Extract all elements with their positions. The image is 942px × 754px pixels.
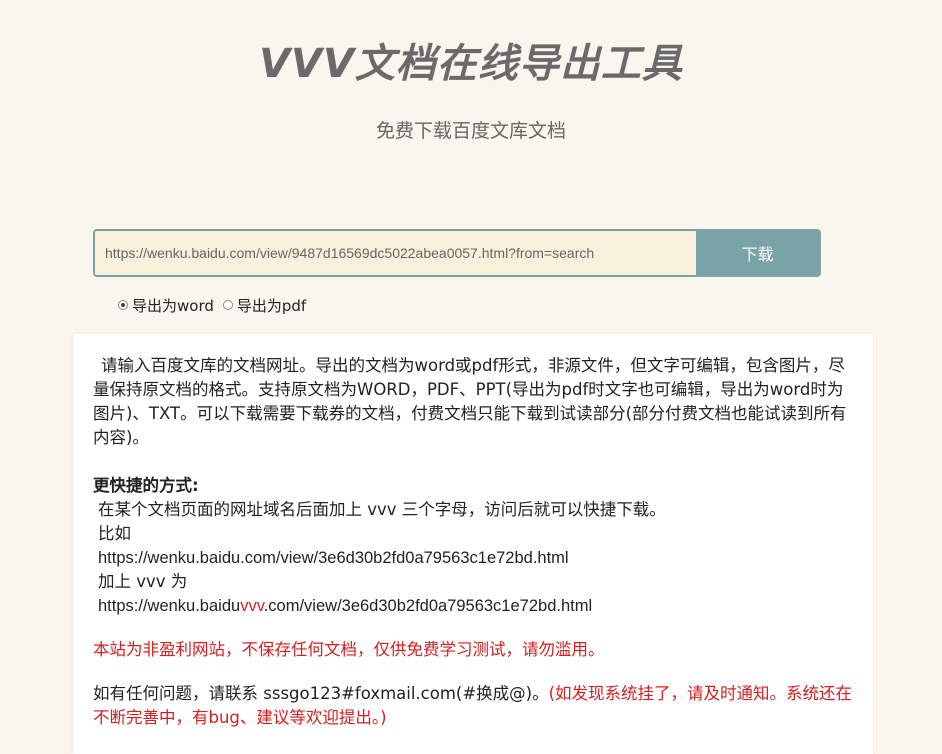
download-button[interactable]: 下载 bbox=[696, 231, 819, 275]
intro-text: 请输入百度文库的文档网址。导出的文档为word或pdf形式，非源文件，但文字可编… bbox=[93, 356, 847, 447]
example-url: https://wenku.baidu.com/view/3e6d30b2fd0… bbox=[98, 549, 569, 567]
format-option-word[interactable]: 导出为word bbox=[118, 295, 214, 316]
result-url-suffix: .com/view/3e6d30b2fd0a79563c1e72bd.html bbox=[263, 597, 593, 615]
add-vvv-label: 加上 vvv 为 bbox=[98, 572, 188, 591]
format-option-pdf[interactable]: 导出为pdf bbox=[222, 295, 307, 316]
page-subtitle: 免费下载百度文库文档 bbox=[375, 120, 566, 142]
format-option-pdf-label: 导出为pdf bbox=[236, 296, 307, 315]
page-title: VVV文档在线导出工具 bbox=[259, 41, 683, 87]
contact-text: 如有任何问题，请联系 sssgo123#foxmail.com(#换成@)。(如… bbox=[93, 682, 853, 730]
search-bar: 下载 bbox=[93, 229, 821, 277]
radio-pdf[interactable] bbox=[222, 300, 233, 310]
result-url-prefix: https://wenku.baidu bbox=[98, 597, 241, 615]
info-card: 请输入百度文库的文档网址。导出的文档为word或pdf形式，非源文件，但文字可编… bbox=[73, 334, 873, 754]
result-url: https://wenku.baiduvvv.com/view/3e6d30b2… bbox=[93, 594, 853, 618]
url-input[interactable] bbox=[95, 231, 696, 275]
faster-title: 更快捷的方式: bbox=[93, 476, 199, 495]
radio-word[interactable] bbox=[118, 300, 128, 310]
faster-desc: 在某个文档页面的网址域名后面加上 vvv 三个字母，访问后就可以快捷下载。 bbox=[98, 500, 666, 519]
contact-prefix: 如有任何问题，请联系 sssgo123#foxmail.com(#换成@)。 bbox=[93, 684, 549, 703]
format-option-word-label: 导出为word bbox=[132, 296, 214, 315]
notice-text: 本站为非盈利网站，不保存任何文档，仅供免费学习测试，请勿滥用。 bbox=[93, 640, 605, 659]
result-url-highlight: vvv bbox=[240, 597, 264, 615]
example-label: 比如 bbox=[98, 524, 131, 543]
format-options: 导出为word 导出为pdf bbox=[118, 295, 315, 315]
